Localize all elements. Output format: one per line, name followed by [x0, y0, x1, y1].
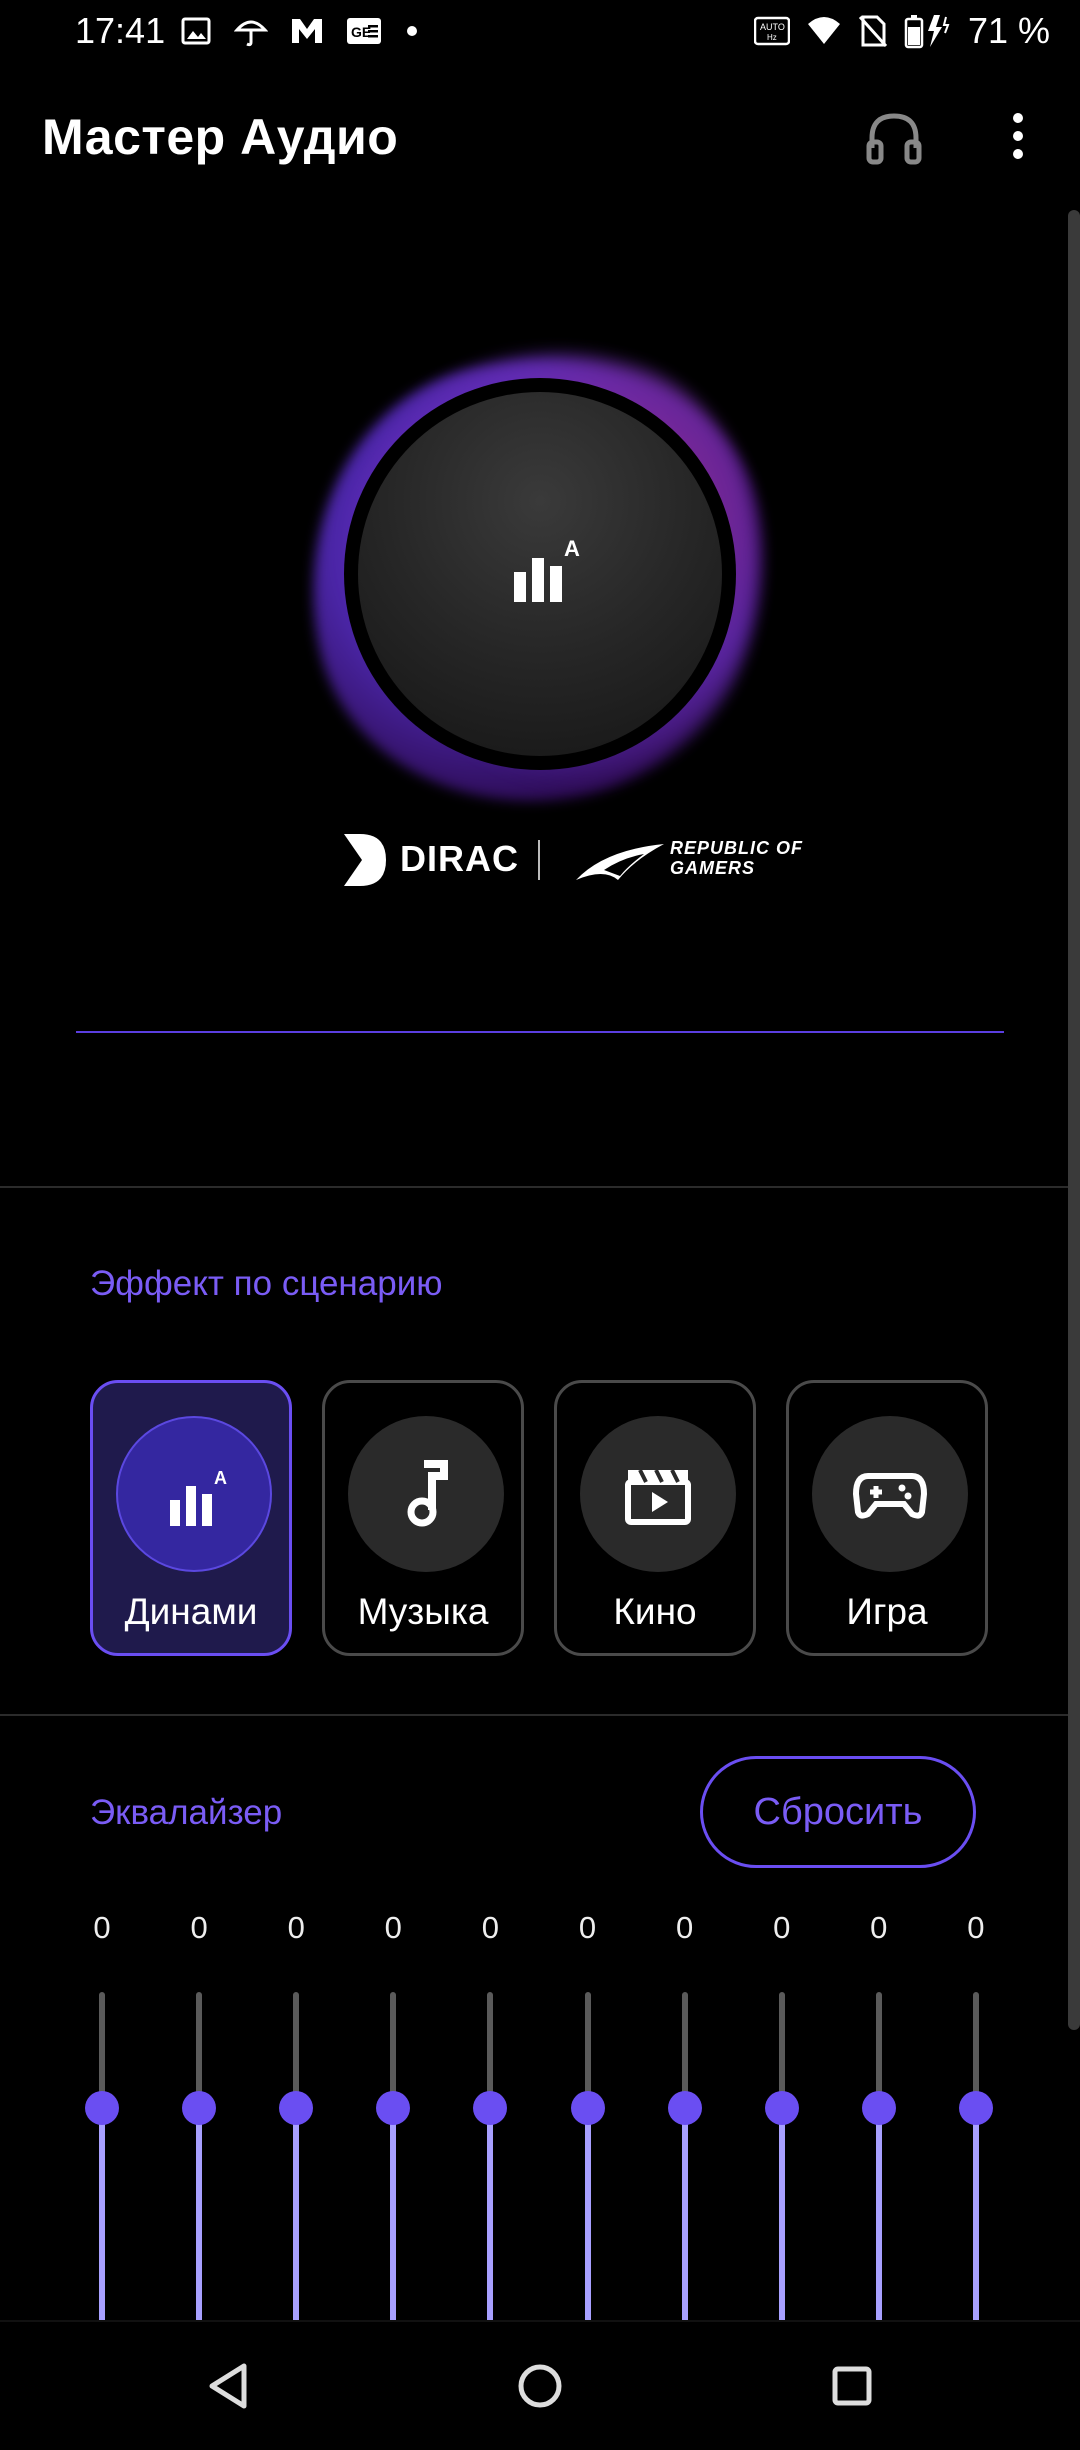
brand-logos: DIRAC REPUBLIC OF GAMERS — [340, 832, 840, 888]
eq-band-value: 0 — [93, 1910, 111, 1945]
eq-slider-fill — [390, 2108, 397, 2322]
dirac-text: DIRAC — [400, 838, 519, 879]
eq-band[interactable]: 0 — [72, 1910, 132, 2322]
eq-slider-fill — [972, 2108, 979, 2322]
eq-slider-thumb[interactable] — [764, 2091, 799, 2125]
eq-band[interactable]: 0 — [460, 1910, 520, 2322]
scenario-icon-circle: A — [116, 1416, 272, 1572]
accent-divider — [76, 1031, 1004, 1033]
eq-slider-fill — [584, 2108, 591, 2322]
rog-text-line1: REPUBLIC OF — [670, 838, 804, 858]
eq-slider-fill — [487, 2108, 494, 2322]
status-right: AUTO Hz 71 % — [753, 10, 1050, 52]
brand-divider — [538, 840, 540, 880]
m-app-icon — [292, 19, 322, 43]
eq-slider-thumb[interactable] — [473, 2091, 508, 2125]
scenario-card-label: Кино — [613, 1591, 697, 1632]
eq-slider-fill — [681, 2108, 688, 2322]
eq-slider-thumb[interactable] — [279, 2091, 314, 2125]
equalizer-auto-icon: A — [170, 1468, 227, 1526]
eq-band-value: 0 — [967, 1910, 985, 1945]
eq-band[interactable]: 0 — [655, 1910, 715, 2322]
eq-slider-thumb[interactable] — [182, 2091, 217, 2125]
svg-text:AUTO: AUTO — [760, 22, 785, 32]
scenario-card-label: Музыка — [357, 1591, 489, 1632]
eq-band-value: 0 — [870, 1910, 888, 1945]
eq-band-value: 0 — [287, 1910, 305, 1945]
music-note-icon — [407, 1460, 448, 1527]
dirac-logo-icon — [344, 834, 386, 886]
eq-band[interactable]: 0 — [266, 1910, 326, 2322]
eq-slider-thumb[interactable] — [570, 2091, 605, 2125]
eq-slider-thumb[interactable] — [958, 2091, 993, 2125]
eq-slider-thumb[interactable] — [861, 2091, 896, 2125]
scenario-icon-circle — [812, 1416, 968, 1572]
scenario-icon-circle — [348, 1416, 504, 1572]
eq-band-value: 0 — [773, 1910, 791, 1945]
audio-hero: A — [269, 295, 818, 845]
scenario-card-music[interactable]: Музыка — [322, 1380, 524, 1656]
eq-band-value: 0 — [578, 1910, 597, 1945]
rog-text: REPUBLIC OF GAMERS — [670, 838, 803, 878]
eq-band[interactable]: 0 — [849, 1910, 909, 2322]
eq-band[interactable]: 0 — [946, 1910, 1006, 2322]
eq-slider-fill — [196, 2108, 203, 2322]
scenario-icon-circle — [580, 1416, 736, 1572]
scenario-card-game[interactable]: Игра — [786, 1380, 988, 1656]
status-bar: 17:41 GE AUTO Hz 71 % — [0, 0, 1080, 70]
no-sim-icon — [858, 15, 888, 48]
status-time: 17:41 — [75, 10, 166, 51]
status-left-icons: GE — [180, 14, 420, 48]
eq-slider-thumb[interactable] — [376, 2091, 411, 2125]
reset-button[interactable]: Сбросить — [700, 1756, 976, 1868]
eq-band-value: 0 — [384, 1910, 402, 1945]
svg-text:Hz: Hz — [767, 33, 777, 42]
eq-band[interactable]: 0 — [363, 1910, 423, 2322]
dot-icon — [407, 26, 417, 36]
eq-slider-fill — [293, 2108, 300, 2322]
page-title: Мастер Аудио — [42, 109, 399, 165]
scenario-card-label: Динами — [124, 1591, 258, 1632]
scenario-card-movie[interactable]: Кино — [554, 1380, 756, 1656]
news-icon: GE — [347, 18, 381, 44]
eq-slider-fill — [99, 2108, 105, 2322]
eq-band[interactable]: 0 — [169, 1910, 229, 2322]
scrollbar[interactable] — [1068, 210, 1080, 2030]
eq-slider-thumb[interactable] — [85, 2091, 119, 2125]
battery-charging-icon — [904, 15, 950, 49]
svg-text:A: A — [214, 1468, 227, 1488]
eq-slider-thumb[interactable] — [667, 2091, 702, 2125]
scenario-card-dynamic[interactable]: A Динами — [90, 1380, 292, 1656]
eq-slider-fill — [778, 2108, 785, 2322]
more-vert-icon[interactable] — [1000, 108, 1036, 168]
headphones-icon[interactable] — [864, 108, 924, 168]
image-icon — [181, 17, 211, 45]
rog-eye-logo-icon — [576, 844, 664, 880]
scenario-card-label: Игра — [846, 1591, 928, 1632]
movie-clapper-icon — [625, 1469, 691, 1525]
hero-disc[interactable]: A — [358, 392, 722, 756]
scenario-label: Эффект по сценарию — [90, 1264, 443, 1303]
battery-percent: 71 % — [967, 10, 1050, 51]
umbrella-weather-icon — [234, 20, 268, 47]
section-divider — [0, 1714, 1068, 1716]
eq-band[interactable]: 0 — [558, 1910, 618, 2322]
home-icon[interactable] — [500, 2346, 580, 2426]
eq-band[interactable]: 0 — [752, 1910, 812, 2322]
eq-band-value: 0 — [190, 1910, 208, 1945]
recents-icon[interactable] — [812, 2346, 892, 2426]
rog-text-line2: GAMERS — [670, 858, 756, 878]
navigation-bar — [0, 2320, 1080, 2450]
svg-text:A: A — [564, 536, 580, 561]
wifi-icon — [807, 17, 840, 44]
gamepad-icon — [852, 1473, 928, 1519]
back-icon[interactable] — [188, 2346, 268, 2426]
eq-slider-fill — [875, 2108, 882, 2322]
auto-hz-icon: AUTO Hz — [753, 16, 790, 46]
equalizer-auto-icon: A — [514, 536, 580, 602]
eq-band-value: 0 — [675, 1910, 694, 1945]
equalizer-label: Эквалайзер — [90, 1793, 283, 1832]
eq-band-value: 0 — [481, 1910, 500, 1945]
section-divider — [0, 1186, 1068, 1188]
